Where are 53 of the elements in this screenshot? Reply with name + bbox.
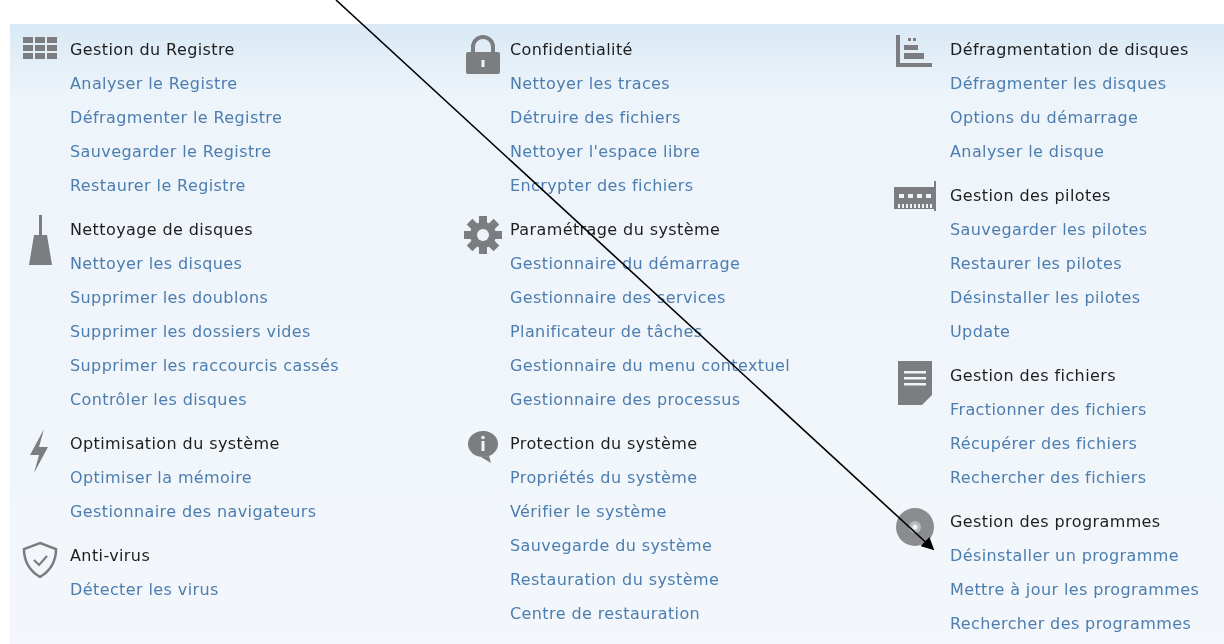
menu-link[interactable]: Nettoyer les disques (70, 247, 455, 281)
section-heading: Nettoyage de disques (70, 219, 254, 241)
menu-link[interactable]: Désinstaller les pilotes (950, 281, 1224, 315)
shield-check-icon (22, 541, 58, 579)
menu-link[interactable]: Restaurer les pilotes (950, 247, 1224, 281)
document-icon (898, 361, 932, 405)
padlock-icon (464, 35, 501, 75)
menu-link[interactable]: Rechercher des fichiers (950, 461, 1224, 495)
menu-link[interactable]: Détruire des fichiers (510, 101, 880, 135)
section-heading: Gestion du Registre (70, 39, 236, 61)
menu-link[interactable]: Restaurer le Registre (70, 169, 455, 203)
menu-link[interactable]: Défragmenter les disques (950, 67, 1224, 101)
menu-link[interactable]: Gestionnaire des processus (510, 383, 880, 417)
grid-icon (23, 35, 57, 61)
menu-link[interactable]: Gestionnaire des services (510, 281, 880, 315)
menu-link[interactable]: Récupérer des fichiers (950, 427, 1224, 461)
section-heading: Protection du système (510, 433, 699, 455)
menu-link[interactable]: Supprimer les dossiers vides (70, 315, 455, 349)
menu-link[interactable]: Contrôler les disques (70, 383, 455, 417)
defrag-chart-icon (896, 35, 934, 69)
section-heading: Gestion des fichiers (950, 365, 1117, 387)
menu-link[interactable]: Supprimer les doublons (70, 281, 455, 315)
menu-link[interactable]: Mettre à jour les programmes (950, 573, 1224, 607)
menu-link[interactable]: Analyser le disque (950, 135, 1224, 169)
menu-link[interactable]: Propriétés du système (510, 461, 880, 495)
section-heading: Anti-virus (70, 545, 152, 567)
section-heading: Défragmentation de disques (950, 39, 1190, 61)
menu-link[interactable]: Nettoyer les traces (510, 67, 880, 101)
menu-link[interactable]: Vérifier le système (510, 495, 880, 529)
menu-link[interactable]: Analyser le Registre (70, 67, 455, 101)
menu-link[interactable]: Centre de restauration (510, 597, 880, 631)
menu-link[interactable]: Restauration du système (510, 563, 880, 597)
menu-link[interactable]: Rechercher des programmes (950, 607, 1224, 641)
disc-icon (895, 507, 935, 547)
menu-link[interactable]: Nettoyer l'espace libre (510, 135, 880, 169)
menu-link[interactable]: Sauvegarder le Registre (70, 135, 455, 169)
menu-link[interactable]: Options du démarrage (950, 101, 1224, 135)
menu-link[interactable]: Gestionnaire des navigateurs (70, 495, 455, 529)
section-heading: Optimisation du système (70, 433, 281, 455)
menu-link[interactable]: Supprimer les raccourcis cassés (70, 349, 455, 383)
menu-link[interactable]: Optimiser la mémoire (70, 461, 455, 495)
menu-link[interactable]: Désinstaller un programme (950, 539, 1224, 573)
menu-link[interactable]: Détecter les virus (70, 573, 455, 607)
section-heading: Gestion des pilotes (950, 185, 1112, 207)
section-heading: Confidentialité (510, 39, 634, 61)
menu-link[interactable]: Sauvegarder les pilotes (950, 213, 1224, 247)
menu-link[interactable]: Défragmenter le Registre (70, 101, 455, 135)
menu-link[interactable]: Update (950, 315, 1224, 349)
menu-link[interactable]: Gestionnaire du démarrage (510, 247, 880, 281)
section-heading: Gestion des programmes (950, 511, 1162, 533)
menu-link[interactable]: Fractionner des fichiers (950, 393, 1224, 427)
menu-link[interactable]: Sauvegarde du système (510, 529, 880, 563)
gear-icon (462, 215, 503, 255)
